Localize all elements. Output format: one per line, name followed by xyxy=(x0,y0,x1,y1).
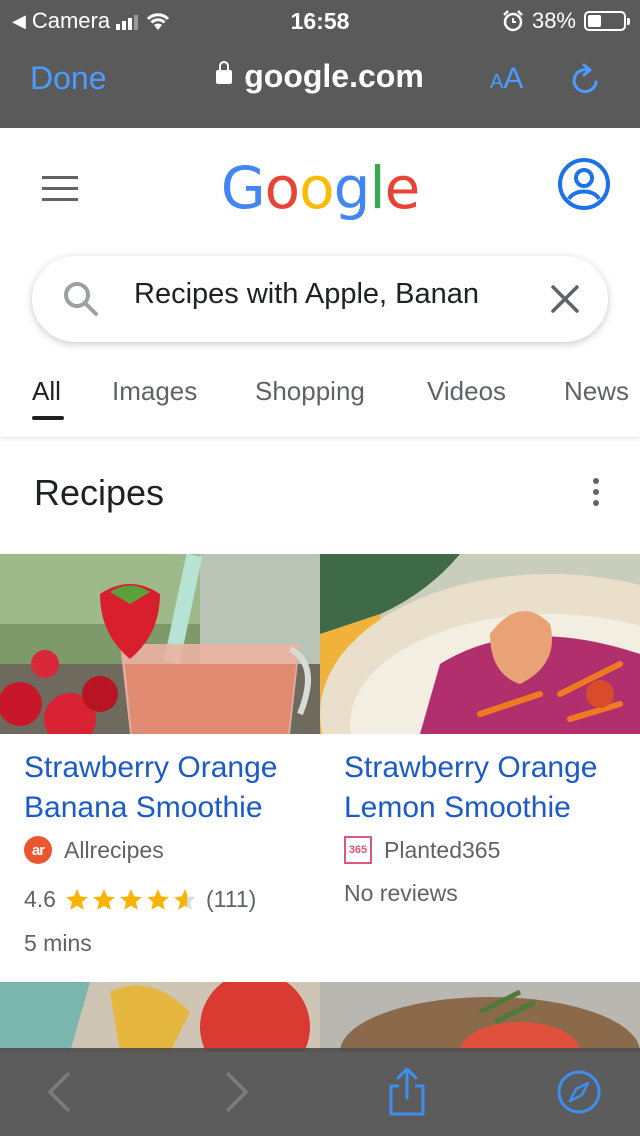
safari-address-bar: Done google.com AA xyxy=(0,48,640,112)
star-icon xyxy=(147,888,169,910)
recipe-card[interactable]: Strawberry Orange Banana Smoothie ar All… xyxy=(0,554,320,980)
recipe-rating: 4.6 (111) xyxy=(24,886,256,913)
tab-news[interactable]: News xyxy=(564,376,629,407)
recipe-image[interactable] xyxy=(320,554,640,734)
logo-letter: G xyxy=(220,154,266,222)
allrecipes-logo-icon: ar xyxy=(24,836,52,864)
logo-letter: e xyxy=(384,154,421,222)
share-icon[interactable] xyxy=(383,1068,431,1116)
logo-letter: o xyxy=(299,154,334,222)
status-right: 38% xyxy=(502,8,630,34)
back-icon[interactable] xyxy=(36,1068,84,1116)
logo-letter: o xyxy=(264,154,300,222)
reload-icon[interactable] xyxy=(570,60,602,100)
source-name: Allrecipes xyxy=(64,836,164,863)
recipe-title[interactable]: Strawberry Orange Lemon Smoothie xyxy=(344,748,634,828)
battery-percent: 38% xyxy=(531,8,576,33)
account-icon[interactable] xyxy=(556,156,612,212)
star-icon xyxy=(93,888,115,910)
recipe-image[interactable] xyxy=(0,982,320,1052)
tab-images[interactable]: Images xyxy=(112,376,197,407)
battery-icon xyxy=(584,11,630,31)
star-icon xyxy=(66,888,88,910)
star-icon xyxy=(120,888,142,910)
star-icon xyxy=(174,888,196,910)
safari-chrome: ◀ Camera 16:58 38% Done google.com AA xyxy=(0,0,640,128)
battery-fill xyxy=(588,15,601,27)
recipes-heading: Recipes xyxy=(34,472,165,513)
search-input[interactable]: Recipes with Apple, Banan xyxy=(134,278,526,320)
tab-shopping[interactable]: Shopping xyxy=(255,376,365,407)
tab-videos[interactable]: Videos xyxy=(427,376,506,407)
recipe-time: 5 mins xyxy=(24,930,92,956)
search-tabs: All Images Shopping Videos News xyxy=(0,370,640,438)
logo-letter: g xyxy=(333,154,371,222)
recipe-source: ar Allrecipes xyxy=(24,836,164,864)
url-text: google.com xyxy=(244,58,424,94)
rating-value: 4.6 xyxy=(24,886,56,912)
no-reviews-text: No reviews xyxy=(344,880,458,906)
source-name: Planted365 xyxy=(384,836,501,863)
alarm-icon xyxy=(503,10,523,32)
recipe-image[interactable] xyxy=(0,554,320,734)
lock-icon xyxy=(216,60,233,84)
logo-letter: l xyxy=(369,154,385,222)
text-size-large-label: A xyxy=(503,62,524,95)
recipe-card[interactable]: Strawberry Orange Lemon Smoothie 365 Pla… xyxy=(320,554,640,980)
url-field[interactable]: google.com xyxy=(0,58,640,95)
tab-all[interactable]: All xyxy=(32,376,61,407)
recipe-source: 365 Planted365 xyxy=(344,836,500,864)
forward-icon[interactable] xyxy=(212,1068,260,1116)
compass-icon[interactable] xyxy=(555,1068,603,1116)
search-icon[interactable] xyxy=(62,280,100,318)
planted365-logo-icon: 365 xyxy=(344,836,372,864)
active-tab-indicator xyxy=(32,416,64,420)
recipe-image[interactable] xyxy=(320,982,640,1052)
google-header: Google xyxy=(0,128,640,248)
star-rating xyxy=(64,887,198,913)
review-count: (111) xyxy=(205,886,257,912)
more-options-icon[interactable] xyxy=(586,478,606,508)
search-box[interactable]: Recipes with Apple, Banan xyxy=(32,256,608,342)
text-size-small-label: A xyxy=(490,71,504,93)
status-bar: ◀ Camera 16:58 38% xyxy=(0,0,640,40)
google-logo[interactable]: Google xyxy=(0,154,640,222)
safari-toolbar xyxy=(0,1048,640,1136)
recipe-title[interactable]: Strawberry Orange Banana Smoothie xyxy=(24,748,314,828)
clear-search-icon[interactable] xyxy=(548,282,582,316)
text-size-button[interactable]: AA xyxy=(490,62,523,96)
